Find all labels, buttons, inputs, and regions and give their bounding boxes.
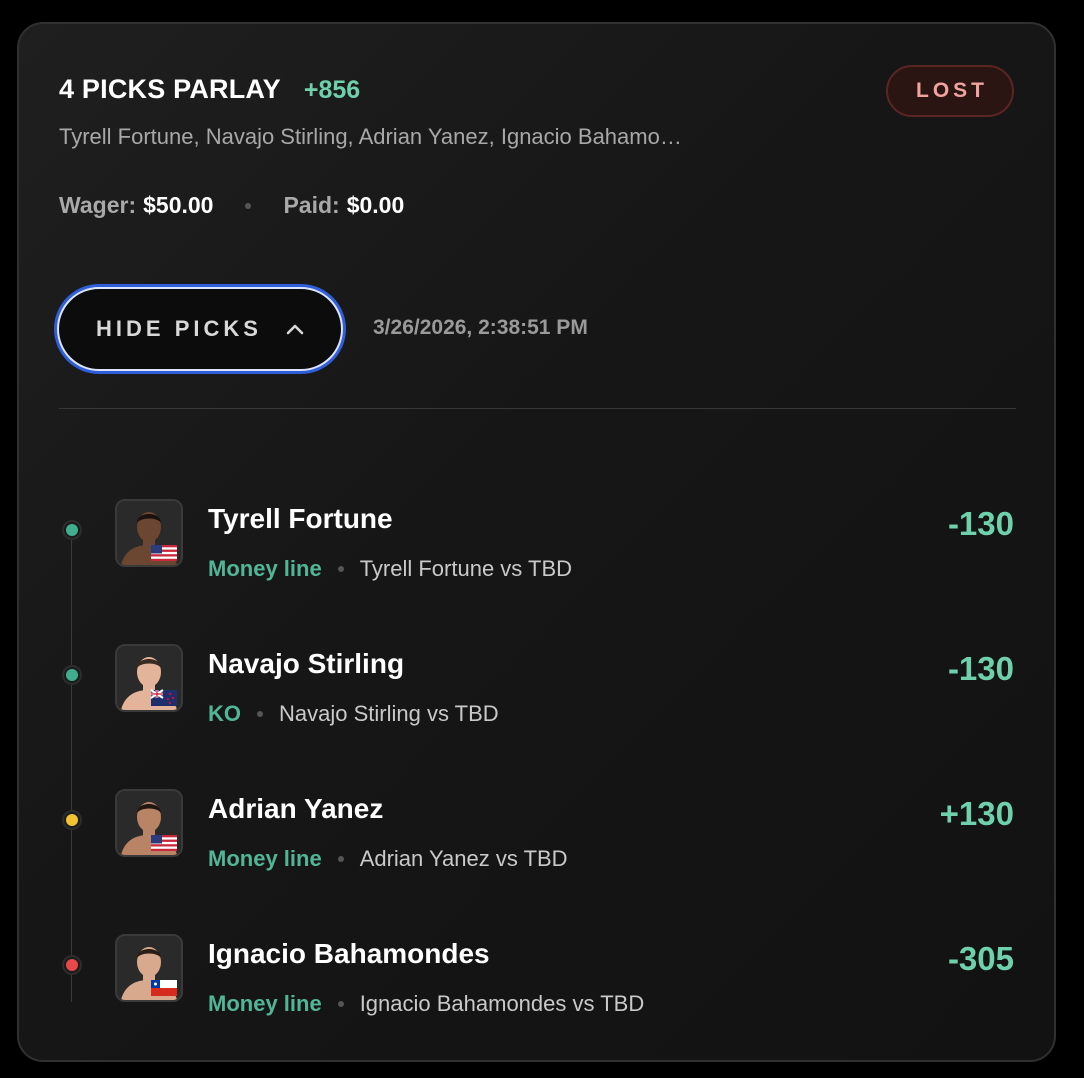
result-dot [62, 665, 82, 685]
divider [59, 408, 1016, 409]
fighter-avatar [115, 789, 183, 857]
matchup: Navajo Stirling vs TBD [279, 701, 499, 726]
status-badge: LOST [886, 65, 1014, 117]
matchup: Ignacio Bahamondes vs TBD [359, 991, 645, 1016]
nz-flag-icon [150, 689, 177, 706]
separator-dot [337, 856, 344, 862]
wager-label: Wager: [59, 192, 137, 218]
pick-odds: -130 [947, 650, 1014, 687]
hide-picks-button[interactable]: HIDE PICKS [57, 287, 343, 371]
pick-meta: Money line Tyrell Fortune vs TBD [208, 556, 572, 582]
fighter-name: Ignacio Bahamondes [208, 938, 490, 969]
pick-row[interactable]: Ignacio Bahamondes Money line Ignacio Baha… [19, 934, 1054, 1054]
wager-value: $50.00 [143, 192, 214, 218]
pick-odds: -130 [947, 505, 1014, 542]
parlay-odds: +856 [303, 76, 361, 104]
market-type: Money line [208, 846, 322, 871]
fighter-name: Navajo Stirling [208, 648, 405, 679]
us-flag-icon [151, 545, 177, 561]
parlay-subtitle: Tyrell Fortune, Navajo Stirling, Adrian … [59, 124, 682, 149]
title-row: 4 PICKS PARLAY +856 [59, 74, 360, 105]
pick-meta: KO Navajo Stirling vs TBD [208, 701, 499, 727]
parlay-title: 4 PICKS PARLAY [59, 74, 281, 104]
pick-odds: +130 [939, 795, 1014, 832]
pick-meta: Money line Adrian Yanez vs TBD [208, 846, 568, 872]
market-type: KO [208, 701, 241, 726]
result-indicator [66, 959, 78, 971]
parlay-card: 4 PICKS PARLAY +856 LOST Tyrell Fortune,… [17, 22, 1056, 1062]
pick-row[interactable]: Navajo Stirling KO Navajo Stirling vs TBD -… [19, 644, 1054, 764]
paid-value: $0.00 [346, 192, 405, 218]
result-dot [62, 520, 82, 540]
chevron-up-icon [286, 324, 304, 335]
matchup: Tyrell Fortune vs TBD [359, 556, 573, 581]
fighter-avatar [115, 934, 183, 1002]
result-indicator [66, 669, 78, 681]
wager-row: Wager: $50.00 Paid: $0.00 [59, 192, 404, 219]
separator-dot [245, 202, 252, 209]
matchup: Adrian Yanez vs TBD [359, 846, 568, 871]
market-type: Money line [208, 556, 322, 581]
pick-row[interactable]: Tyrell Fortune Money line Tyrell Fortune v… [19, 499, 1054, 619]
hide-picks-label: HIDE PICKS [96, 316, 262, 341]
paid-label: Paid: [283, 192, 340, 218]
placed-timestamp: 3/26/2026, 2:38:51 PM [373, 316, 588, 339]
pick-odds: -305 [947, 940, 1014, 977]
fighter-name: Tyrell Fortune [208, 503, 393, 534]
separator-dot [257, 711, 263, 717]
pick-meta: Money line Ignacio Bahamondes vs TBD [208, 991, 644, 1017]
result-dot [62, 810, 82, 830]
fighter-name: Adrian Yanez [208, 793, 384, 824]
chile-flag-icon [151, 980, 177, 996]
pick-row[interactable]: Adrian Yanez Money line Adrian Yanez vs TB… [19, 789, 1054, 909]
result-indicator [66, 524, 78, 536]
separator-dot [337, 566, 344, 572]
result-indicator [66, 814, 78, 826]
fighter-avatar [115, 644, 183, 712]
us-flag-icon [151, 835, 177, 851]
separator-dot [337, 1001, 344, 1007]
market-type: Money line [208, 991, 322, 1016]
result-dot [62, 955, 82, 975]
fighter-avatar [115, 499, 183, 567]
